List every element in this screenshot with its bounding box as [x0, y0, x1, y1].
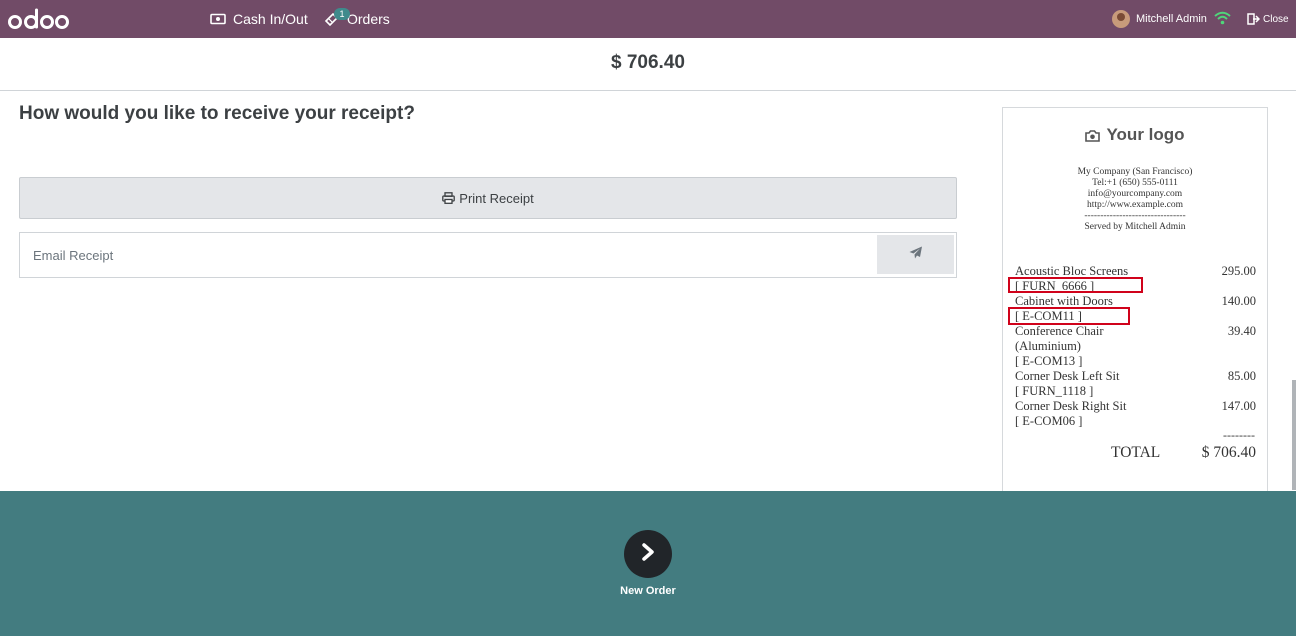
- served-by: Served by Mitchell Admin: [1084, 222, 1186, 232]
- total-separator: --------: [1223, 428, 1255, 442]
- email-receipt-input[interactable]: [20, 233, 876, 277]
- new-order-label[interactable]: New Order: [0, 585, 1296, 597]
- orders-button[interactable]: 1 Orders: [324, 0, 390, 38]
- user-menu[interactable]: Mitchell Admin: [1112, 0, 1207, 38]
- email-receipt-group: [19, 232, 957, 278]
- close-label: Close: [1263, 13, 1289, 25]
- money-icon: [210, 13, 226, 25]
- odoo-logo: [8, 8, 69, 29]
- receipt-line: Corner Desk Right Sit 147.00 [ E-COM06 ]: [1015, 399, 1256, 429]
- payment-amount-header: $ 706.40: [0, 38, 1296, 91]
- info-separator: --------------------------------: [1084, 211, 1186, 221]
- orders-label: Orders: [347, 11, 390, 27]
- orders-count-badge: 1: [334, 8, 350, 20]
- receipt-line: Corner Desk Left Sit 85.00 [ FURN_1118 ]: [1015, 369, 1256, 399]
- highlight-box-furn-6666: [1008, 277, 1143, 293]
- top-navbar: Cash In/Out 1 Orders Mitchell Admin Clos…: [0, 0, 1296, 38]
- chevron-right-icon: [640, 542, 656, 566]
- paper-plane-icon: [909, 246, 923, 264]
- receipt-question: How would you like to receive your recei…: [19, 103, 415, 124]
- total-value: $ 706.40: [1201, 444, 1256, 461]
- receipt-logo-text: Your logo: [1106, 125, 1185, 144]
- print-icon: [442, 192, 456, 204]
- scrollbar[interactable]: [1292, 380, 1296, 490]
- product-price: 39.40: [1227, 324, 1256, 338]
- total-amount: $ 706.40: [611, 52, 685, 73]
- total-label: TOTAL: [1111, 444, 1161, 461]
- product-price: 295.00: [1221, 264, 1256, 278]
- company-phone: Tel:+1 (650) 555-0111: [1092, 178, 1178, 188]
- product-code: [ E-COM13 ]: [1015, 354, 1083, 368]
- receipt-company-info: My Company (San Francisco) Tel:+1 (650) …: [1003, 167, 1267, 233]
- receipt-preview: Your logo My Company (San Francisco) Tel…: [1002, 107, 1268, 497]
- cash-in-out-label: Cash In/Out: [233, 11, 308, 27]
- receipt-line: Conference Chair (Aluminium) 39.40 [ E-CO…: [1015, 324, 1256, 369]
- product-name: Corner Desk Left Sit: [1015, 369, 1120, 383]
- product-name: Corner Desk Right Sit: [1015, 399, 1127, 413]
- product-price: 85.00: [1227, 369, 1256, 383]
- product-code: [ E-COM06 ]: [1015, 414, 1083, 428]
- print-receipt-label: Print Receipt: [459, 190, 534, 206]
- avatar: [1112, 10, 1130, 28]
- highlight-box-e-com11: [1008, 307, 1130, 325]
- wifi-icon: [1214, 11, 1231, 30]
- receipt-logo: Your logo: [1003, 125, 1267, 145]
- product-code: [ FURN_1118 ]: [1015, 384, 1094, 398]
- company-website: http://www.example.com: [1087, 200, 1183, 210]
- company-name: My Company (San Francisco): [1077, 167, 1193, 177]
- company-email: info@yourcompany.com: [1087, 189, 1183, 199]
- product-price: 147.00: [1221, 399, 1256, 413]
- print-receipt-button[interactable]: Print Receipt: [19, 177, 957, 219]
- user-name: Mitchell Admin: [1136, 13, 1207, 25]
- cash-in-out-button[interactable]: Cash In/Out: [210, 0, 308, 38]
- camera-icon: [1085, 129, 1101, 142]
- product-name: Conference Chair (Aluminium): [1015, 324, 1104, 353]
- close-button[interactable]: Close: [1247, 0, 1289, 38]
- send-email-button[interactable]: [877, 235, 954, 274]
- sign-out-icon: [1247, 13, 1260, 25]
- product-price: 140.00: [1221, 294, 1256, 308]
- new-order-button[interactable]: [624, 530, 672, 578]
